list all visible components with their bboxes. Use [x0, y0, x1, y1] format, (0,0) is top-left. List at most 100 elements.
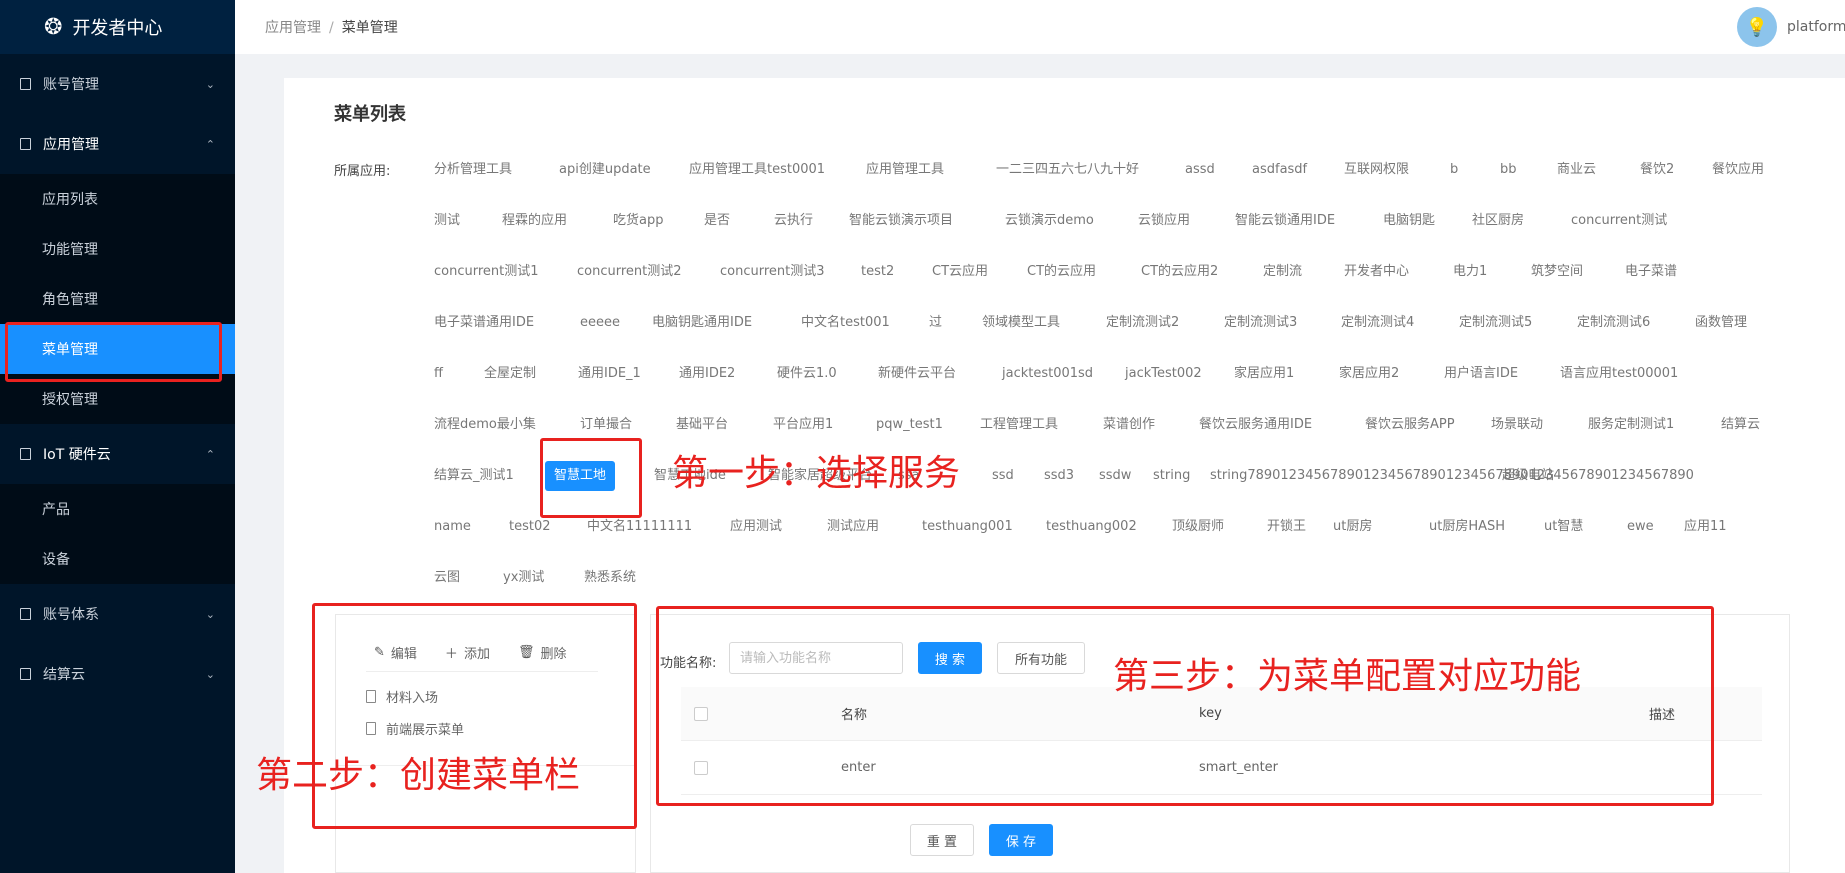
sidebar-item-auth-mgmt[interactable]: 授权管理: [0, 374, 235, 424]
sidebar-item-app-list[interactable]: 应用列表: [0, 174, 235, 224]
app-chip[interactable]: 超级电站: [1502, 464, 1554, 488]
app-chip[interactable]: 开锁王: [1267, 515, 1306, 539]
app-chip-selected[interactable]: 智慧工地: [545, 461, 616, 491]
app-chip[interactable]: concurrent测试: [1571, 209, 1667, 233]
app-chip[interactable]: 餐饮云服务APP: [1365, 413, 1455, 437]
reset-button[interactable]: 重 置: [910, 824, 974, 856]
app-chip[interactable]: 分析管理工具: [434, 158, 512, 182]
sidebar-item-device[interactable]: 设备: [0, 534, 235, 584]
app-chip[interactable]: 吃货app: [613, 209, 663, 233]
app-chip[interactable]: yx测试: [503, 566, 544, 590]
all-functions-button[interactable]: 所有功能: [997, 642, 1085, 674]
app-chip[interactable]: 流程demo最小集: [434, 413, 536, 437]
app-chip[interactable]: 筑梦空间: [1531, 260, 1583, 284]
app-chip[interactable]: 开发者中心: [1344, 260, 1409, 284]
app-chip[interactable]: 商业云: [1557, 158, 1596, 182]
search-button[interactable]: 搜 索: [918, 642, 982, 674]
app-chip[interactable]: 云图: [434, 566, 460, 590]
app-chip[interactable]: 智能云锁通用IDE: [1235, 209, 1335, 233]
app-chip[interactable]: 基础平台: [676, 413, 728, 437]
app-chip[interactable]: concurrent测试2: [577, 260, 682, 284]
app-chip[interactable]: ssd: [992, 464, 1014, 488]
app-chip[interactable]: 智能云锁演示项目: [849, 209, 953, 233]
user-menu[interactable]: 💡 platform_: [1737, 7, 1845, 47]
app-chip[interactable]: 函数管理: [1695, 311, 1747, 335]
sidebar-item-role-mgmt[interactable]: 角色管理: [0, 274, 235, 324]
app-chip[interactable]: 结算云_测试1: [434, 464, 514, 488]
app-chip[interactable]: 云锁演示demo: [1005, 209, 1094, 233]
app-chip[interactable]: string: [1153, 464, 1190, 488]
save-button[interactable]: 保 存: [989, 824, 1053, 856]
app-chip[interactable]: concurrent测试3: [720, 260, 825, 284]
app-chip[interactable]: 云执行: [774, 209, 813, 233]
app-chip[interactable]: api创建update: [559, 158, 651, 182]
app-chip[interactable]: CT的云应用2: [1141, 260, 1218, 284]
app-chip[interactable]: asdfasdf: [1252, 158, 1307, 182]
avatar[interactable]: 💡: [1737, 7, 1777, 47]
app-chip[interactable]: 家居应用1: [1234, 362, 1294, 386]
app-chip[interactable]: 工程管理工具: [980, 413, 1058, 437]
app-chip[interactable]: bb: [1500, 158, 1517, 182]
app-chip[interactable]: 测试: [434, 209, 460, 233]
app-chip[interactable]: 是否: [704, 209, 730, 233]
add-button[interactable]: ＋ 添加: [445, 643, 490, 662]
app-chip[interactable]: 订单撮合: [580, 413, 632, 437]
sidebar-item-iot-cloud[interactable]: IoT 硬件云 ⌃: [0, 424, 235, 484]
app-chip[interactable]: 定制流测试4: [1341, 311, 1414, 335]
app-chip[interactable]: 电力1: [1453, 260, 1487, 284]
app-chip[interactable]: eeeee: [580, 311, 620, 335]
app-chip[interactable]: 全屋定制: [484, 362, 536, 386]
sidebar-item-app-mgmt[interactable]: 应用管理 ⌃: [0, 114, 235, 174]
app-chip[interactable]: 定制流测试3: [1224, 311, 1297, 335]
app-chip[interactable]: string7890123456789012345678901234567890…: [1210, 464, 1694, 488]
app-chip[interactable]: 电脑钥匙: [1383, 209, 1435, 233]
sidebar-item-account-system[interactable]: 账号体系 ⌄: [0, 584, 235, 644]
delete-button[interactable]: 🗑 删除: [518, 643, 567, 662]
app-chip[interactable]: test02: [509, 515, 551, 539]
app-chip[interactable]: 程霖的应用: [502, 209, 567, 233]
tree-node[interactable]: 材料入场: [366, 687, 438, 706]
select-all-checkbox[interactable]: [694, 706, 708, 721]
app-chip[interactable]: 定制流测试6: [1577, 311, 1650, 335]
app-chip[interactable]: 家居应用2: [1339, 362, 1399, 386]
app-chip[interactable]: ut智慧: [1544, 515, 1583, 539]
app-chip[interactable]: 平台应用1: [773, 413, 833, 437]
tree-node[interactable]: 前端展示菜单: [366, 719, 464, 738]
breadcrumb-item[interactable]: 应用管理: [265, 20, 321, 36]
app-chip[interactable]: CT云应用: [932, 260, 988, 284]
app-chip[interactable]: 应用管理工具test0001: [689, 158, 825, 182]
app-chip[interactable]: 场景联动: [1491, 413, 1543, 437]
app-chip[interactable]: 定制流测试2: [1106, 311, 1179, 335]
sidebar-item-settlement-cloud[interactable]: 结算云 ⌄: [0, 644, 235, 704]
app-chip[interactable]: 餐饮云服务通用IDE: [1199, 413, 1312, 437]
app-chip[interactable]: ssdw: [1099, 464, 1131, 488]
app-chip[interactable]: jackTest002: [1125, 362, 1202, 386]
sidebar-item-account-mgmt[interactable]: 账号管理 ⌄: [0, 54, 235, 114]
app-chip[interactable]: 电脑钥匙通用IDE: [652, 311, 752, 335]
app-chip[interactable]: 熟悉系统: [584, 566, 636, 590]
app-chip[interactable]: name: [434, 515, 471, 539]
sidebar-item-function-mgmt[interactable]: 功能管理: [0, 224, 235, 274]
app-chip[interactable]: 测试应用: [827, 515, 879, 539]
app-chip[interactable]: testhuang001: [922, 515, 1013, 539]
app-chip[interactable]: 硬件云1.0: [777, 362, 837, 386]
app-chip[interactable]: 应用管理工具: [866, 158, 944, 182]
app-chip[interactable]: b: [1450, 158, 1458, 182]
app-chip[interactable]: pqw_test1: [876, 413, 943, 437]
app-chip[interactable]: 社区厨房: [1472, 209, 1524, 233]
table-row[interactable]: enter smart_enter: [681, 741, 1762, 795]
sidebar-logo[interactable]: ❂ 开发者中心: [0, 0, 235, 54]
app-chip[interactable]: 应用测试: [730, 515, 782, 539]
app-chip[interactable]: testhuang002: [1046, 515, 1137, 539]
app-chip[interactable]: 定制流: [1263, 260, 1302, 284]
app-chip[interactable]: ssd3: [1044, 464, 1074, 488]
app-chip[interactable]: 电子菜谱: [1625, 260, 1677, 284]
app-chip[interactable]: 用户语言IDE: [1444, 362, 1518, 386]
app-chip[interactable]: 服务定制测试1: [1588, 413, 1674, 437]
app-chip[interactable]: test2: [861, 260, 894, 284]
app-chip[interactable]: 领域模型工具: [982, 311, 1060, 335]
app-chip[interactable]: 结算云: [1721, 413, 1760, 437]
app-chip[interactable]: 云锁应用: [1138, 209, 1190, 233]
app-chip[interactable]: 新硬件云平台: [878, 362, 956, 386]
app-chip[interactable]: concurrent测试1: [434, 260, 539, 284]
